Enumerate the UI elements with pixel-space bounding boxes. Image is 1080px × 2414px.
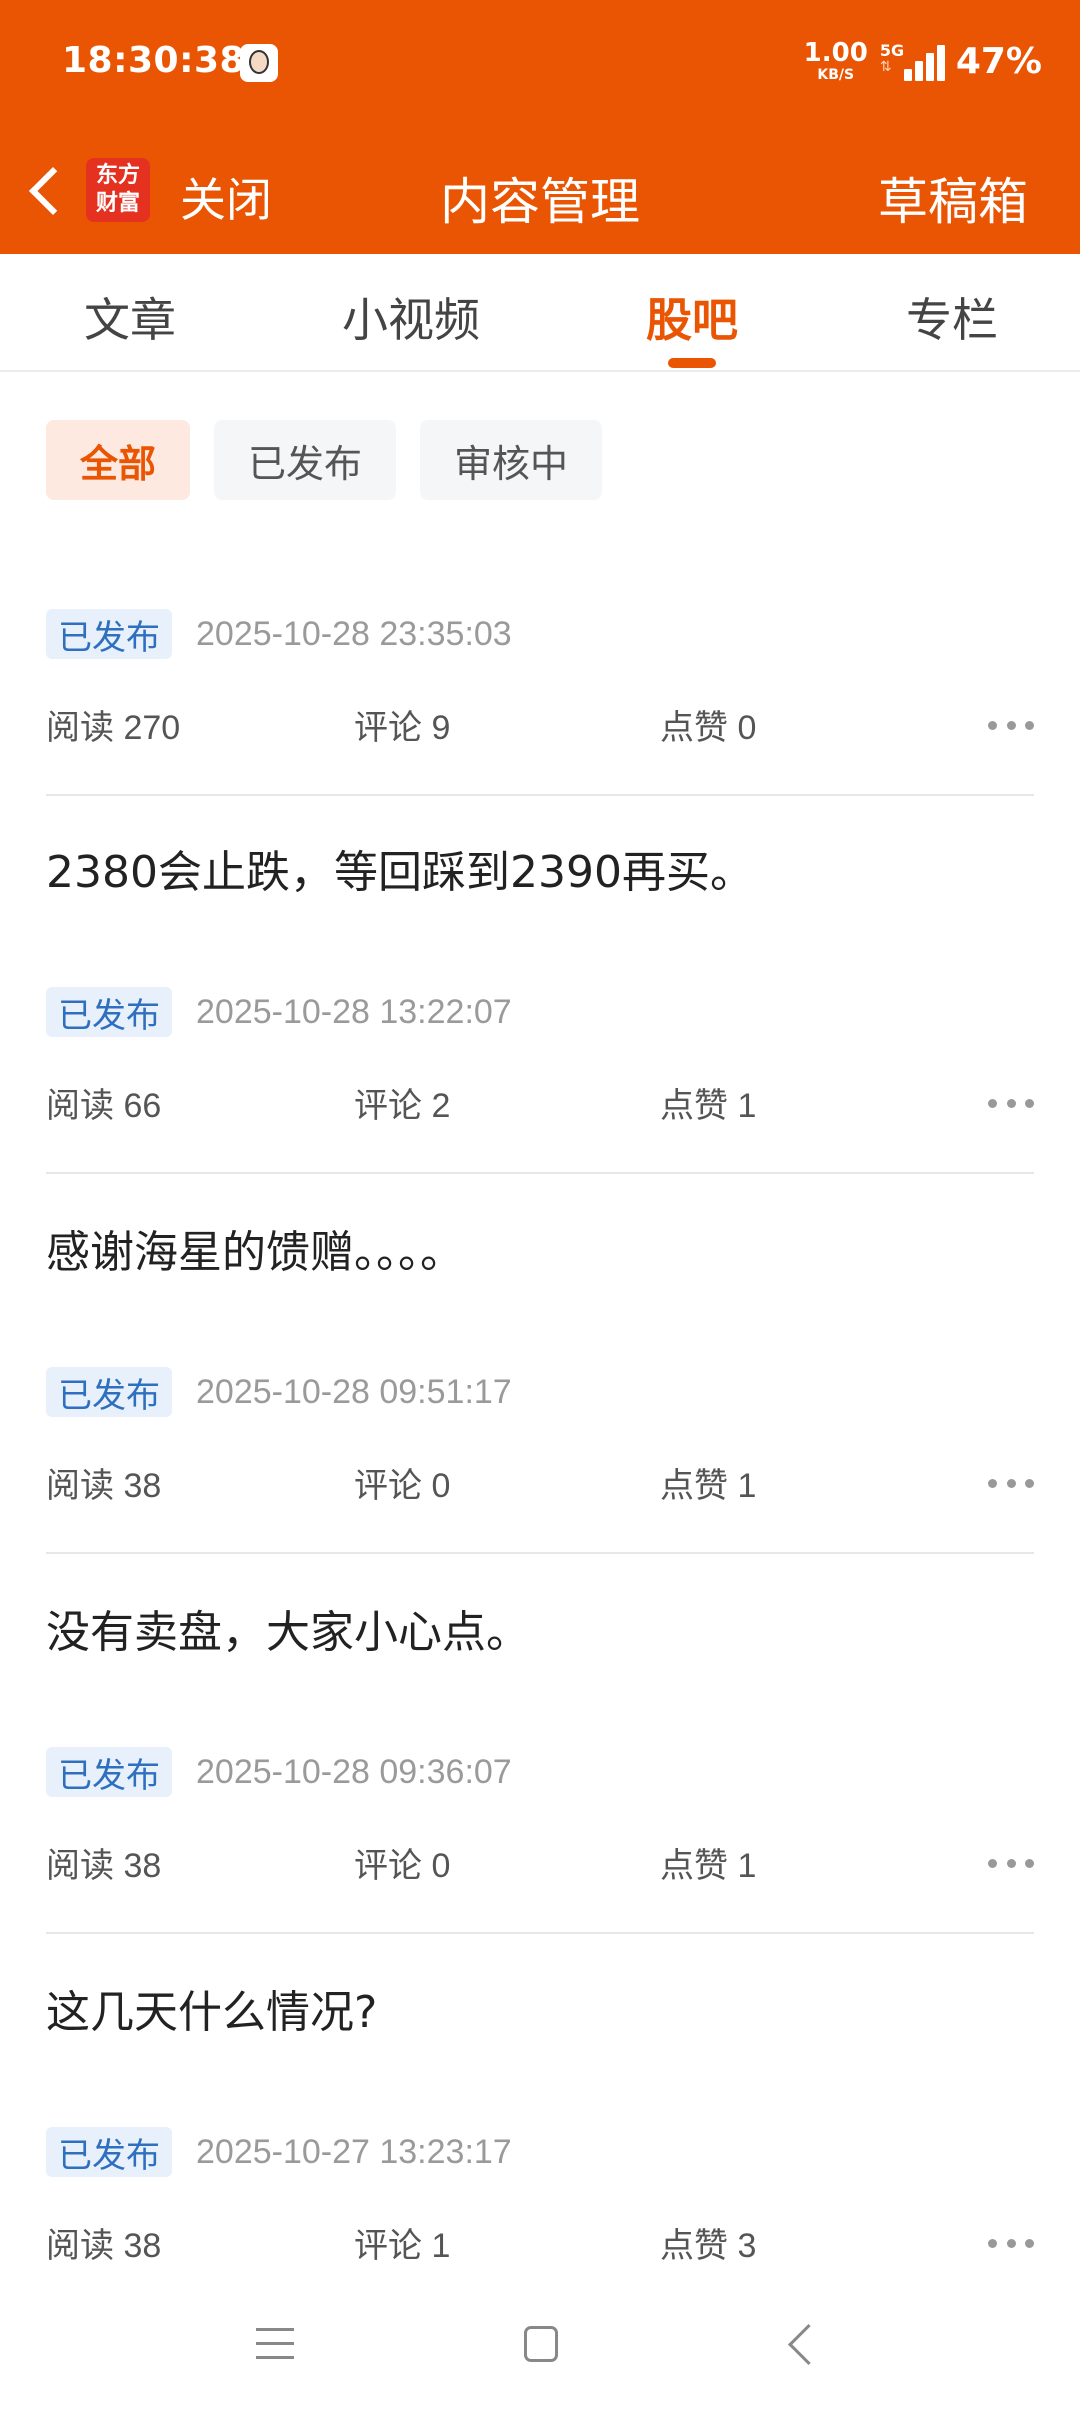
status-badge: 已发布	[46, 1747, 172, 1797]
home-icon[interactable]	[524, 2326, 558, 2362]
system-nav-bar	[0, 2290, 1080, 2414]
tab-columns[interactable]: 专栏	[906, 284, 998, 350]
tab-guba[interactable]: 股吧	[646, 284, 738, 350]
filter-published[interactable]: 已发布	[214, 420, 397, 500]
more-options-icon[interactable]	[988, 1088, 1034, 1118]
net-speed: 1.00 KB/S	[804, 40, 868, 82]
post-item[interactable]: 感谢海星的馈赠。。。。 已发布 2025-10-28 09:51:17 阅读 3…	[46, 1216, 1034, 1556]
post-item[interactable]: 没有卖盘，大家小心点。 已发布 2025-10-28 09:36:07 阅读 3…	[46, 1596, 1034, 1936]
divider	[46, 1552, 1034, 1554]
status-badge: 已发布	[46, 2127, 172, 2177]
top-bar: 18:30:38 1.00 KB/S 5G ⇅ 47% 东方 财富 关闭 内容管…	[0, 0, 1080, 254]
more-options-icon[interactable]	[988, 1848, 1034, 1878]
post-item[interactable]: 这几天什么情况? 已发布 2025-10-27 13:23:17 阅读 38 评…	[46, 1976, 1034, 2276]
more-options-icon[interactable]	[988, 2228, 1034, 2258]
filter-chips: 全部 已发布 审核中	[46, 420, 603, 500]
post-date: 2025-10-27 13:23:17	[196, 2132, 512, 2171]
comment-count: 评论 0	[354, 1467, 451, 1505]
net-speed-value: 1.00	[803, 38, 868, 68]
post-date: 2025-10-28 09:51:17	[196, 1372, 512, 1411]
filter-under-review[interactable]: 审核中	[420, 420, 603, 500]
post-text[interactable]: 感谢海星的馈赠。。。。	[46, 1216, 464, 1280]
read-count: 阅读 38	[46, 2227, 162, 2265]
network-type: 5G	[879, 41, 905, 60]
net-speed-unit: KB/S	[817, 67, 855, 83]
post-text[interactable]: 没有卖盘，大家小心点。	[46, 1596, 530, 1660]
status-badge: 已发布	[46, 987, 172, 1037]
more-options-icon[interactable]	[988, 710, 1034, 740]
back-icon[interactable]	[788, 2324, 828, 2364]
comment-count: 评论 9	[354, 709, 451, 747]
notification-avatar-icon	[240, 44, 278, 82]
like-count: 点赞 1	[660, 1847, 757, 1885]
tab-articles[interactable]: 文章	[84, 284, 176, 350]
read-count: 阅读 270	[46, 709, 181, 747]
menu-icon[interactable]	[256, 2328, 294, 2360]
divider	[46, 1932, 1034, 1934]
like-count: 点赞 1	[660, 1467, 757, 1505]
post-date: 2025-10-28 09:36:07	[196, 1752, 512, 1791]
post-date: 2025-10-28 13:22:07	[196, 992, 512, 1031]
post-item[interactable]: 2380会止跌，等回踩到2390再买。 已发布 2025-10-28 13:22…	[46, 836, 1034, 1176]
tab-short-videos[interactable]: 小视频	[342, 284, 480, 350]
post-text[interactable]: 这几天什么情况?	[46, 1976, 377, 2040]
like-count: 点赞 0	[660, 709, 757, 747]
like-count: 点赞 3	[660, 2227, 757, 2265]
comment-count: 评论 2	[354, 1087, 451, 1125]
status-time: 18:30:38	[62, 40, 246, 81]
post-text[interactable]: 2380会止跌，等回踩到2390再买。	[46, 836, 754, 900]
read-count: 阅读 66	[46, 1087, 162, 1125]
like-count: 点赞 1	[660, 1087, 757, 1125]
post-date: 2025-10-28 23:35:03	[196, 614, 512, 653]
drafts-button[interactable]: 草稿箱	[878, 162, 1028, 234]
status-indicators: 1.00 KB/S 5G ⇅ 47%	[804, 36, 1042, 86]
app-header: 东方 财富 关闭 内容管理 草稿箱	[0, 126, 1080, 254]
read-count: 阅读 38	[46, 1467, 162, 1505]
comment-count: 评论 1	[354, 2227, 451, 2265]
more-options-icon[interactable]	[988, 1468, 1034, 1498]
battery-level: 47%	[955, 40, 1042, 82]
divider	[46, 794, 1034, 796]
divider	[46, 1172, 1034, 1174]
active-tab-indicator	[668, 358, 716, 368]
content-tabs: 文章 小视频 股吧 专栏	[0, 254, 1080, 372]
comment-count: 评论 0	[354, 1847, 451, 1885]
signal-icon: 5G ⇅	[879, 41, 945, 81]
status-bar: 18:30:38 1.00 KB/S 5G ⇅ 47%	[0, 0, 1080, 126]
status-badge: 已发布	[46, 1367, 172, 1417]
filter-all[interactable]: 全部	[46, 420, 191, 500]
post-item[interactable]: 已发布 2025-10-28 23:35:03 阅读 270 评论 9 点赞 0	[46, 608, 1034, 798]
read-count: 阅读 38	[46, 1847, 162, 1885]
status-badge: 已发布	[46, 609, 172, 659]
